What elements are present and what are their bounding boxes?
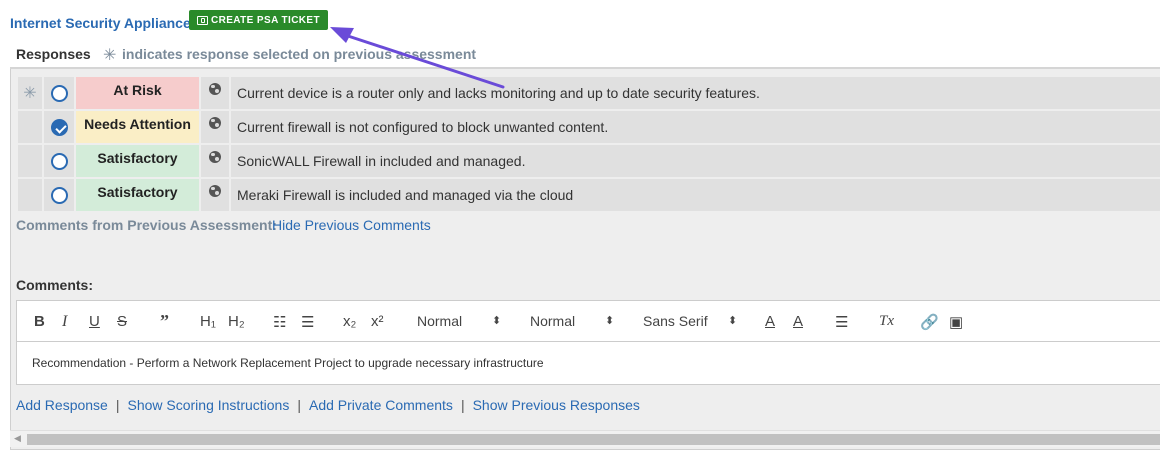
scrollbar-thumb[interactable] [27, 434, 1160, 445]
section-title: Internet Security Appliance [10, 15, 191, 31]
font-select[interactable]: Sans Serif ⬍ [643, 313, 737, 329]
underline-button[interactable]: U [89, 313, 100, 330]
globe-icon [209, 185, 221, 197]
previous-selection-cell [18, 111, 42, 143]
background-color-icon[interactable]: A [793, 313, 803, 330]
create-psa-ticket-button[interactable]: CREATE PSA TICKET [189, 10, 328, 30]
strikethrough-button[interactable]: S [117, 313, 127, 330]
add-response-link[interactable]: Add Response [16, 397, 108, 413]
response-description: Current firewall is not configured to bl… [231, 111, 1160, 143]
ticket-icon [196, 15, 208, 25]
hide-previous-comments-link[interactable]: Hide Previous Comments [272, 217, 431, 233]
response-radio[interactable] [50, 84, 68, 102]
response-description: SonicWALL Firewall in included and manag… [231, 145, 1160, 177]
response-radio-cell[interactable] [44, 77, 74, 109]
previous-selection-icon: ✳ [18, 77, 42, 109]
response-description: Meraki Firewall is included and managed … [231, 179, 1160, 211]
rating-badge: Satisfactory [76, 145, 199, 177]
subscript-button[interactable]: x₂ [343, 313, 356, 330]
response-radio-cell[interactable] [44, 145, 74, 177]
header-select[interactable]: Normal ⬍ [417, 313, 501, 329]
previous-response-legend: indicates response selected on previous … [122, 46, 477, 62]
globe-icon [209, 83, 221, 95]
response-radio-checked[interactable] [50, 118, 68, 136]
response-row: Needs Attention Current firewall is not … [18, 111, 1160, 143]
footer-links: Add Response | Show Scoring Instructions | A… [16, 397, 640, 413]
select-arrows-icon: ⬍ [605, 315, 615, 327]
select-arrows-icon: ⬍ [728, 315, 738, 327]
superscript-button[interactable]: x² [371, 313, 384, 330]
bold-button[interactable]: B [34, 313, 45, 330]
clear-format-icon[interactable]: Tx [879, 313, 894, 330]
scroll-left-icon[interactable]: ◀ [14, 433, 21, 444]
rating-badge: Satisfactory [76, 179, 199, 211]
add-private-comments-link[interactable]: Add Private Comments [309, 397, 453, 413]
response-radio-cell[interactable] [44, 111, 74, 143]
comments-label: Comments: [16, 277, 94, 293]
editor-toolbar: B I U S ” H₁ H₂ ☷ ☰ x₂ x² Normal ⬍ Normal… [17, 301, 1160, 342]
response-row: Satisfactory Meraki Firewall is included… [18, 179, 1160, 211]
blockquote-button[interactable]: ” [160, 311, 169, 332]
comments-text[interactable]: Recommendation - Perform a Network Repla… [32, 356, 544, 370]
image-icon[interactable]: ▣ [949, 313, 963, 331]
show-scoring-instructions-link[interactable]: Show Scoring Instructions [127, 397, 289, 413]
italic-button[interactable]: I [62, 313, 67, 331]
previous-selection-cell [18, 179, 42, 211]
response-row: Satisfactory SonicWALL Firewall in inclu… [18, 145, 1160, 177]
rating-badge: Needs Attention [76, 111, 199, 143]
response-row: ✳ At Risk Current device is a router onl… [18, 77, 1160, 109]
comments-editor: B I U S ” H₁ H₂ ☷ ☰ x₂ x² Normal ⬍ Normal… [16, 300, 1160, 385]
asterisk-icon: ✳ [103, 47, 117, 64]
link-icon[interactable]: 🔗 [920, 313, 939, 331]
globe-icon [209, 151, 221, 163]
ordered-list-button[interactable]: ☷ [273, 313, 286, 331]
previous-selection-cell [18, 145, 42, 177]
heading1-button[interactable]: H₁ [200, 313, 216, 330]
response-radio-cell[interactable] [44, 179, 74, 211]
bullet-list-button[interactable]: ☰ [301, 313, 314, 331]
heading2-button[interactable]: H₂ [228, 313, 245, 330]
align-icon[interactable]: ☰ [835, 313, 848, 331]
select-arrows-icon: ⬍ [492, 315, 502, 327]
response-radio[interactable] [50, 186, 68, 204]
text-color-icon[interactable]: A [765, 313, 775, 330]
show-previous-responses-link[interactable]: Show Previous Responses [473, 397, 640, 413]
rating-badge: At Risk [76, 77, 199, 109]
response-description: Current device is a router only and lack… [231, 77, 1160, 109]
create-psa-ticket-label: CREATE PSA TICKET [210, 14, 321, 26]
size-select[interactable]: Normal ⬍ [530, 313, 614, 329]
horizontal-scrollbar[interactable]: ◀ [10, 430, 1160, 447]
responses-label: Responses [16, 46, 91, 62]
previous-comments-label: Comments from Previous Assessment: [16, 217, 277, 233]
response-radio[interactable] [50, 152, 68, 170]
globe-icon [209, 117, 221, 129]
